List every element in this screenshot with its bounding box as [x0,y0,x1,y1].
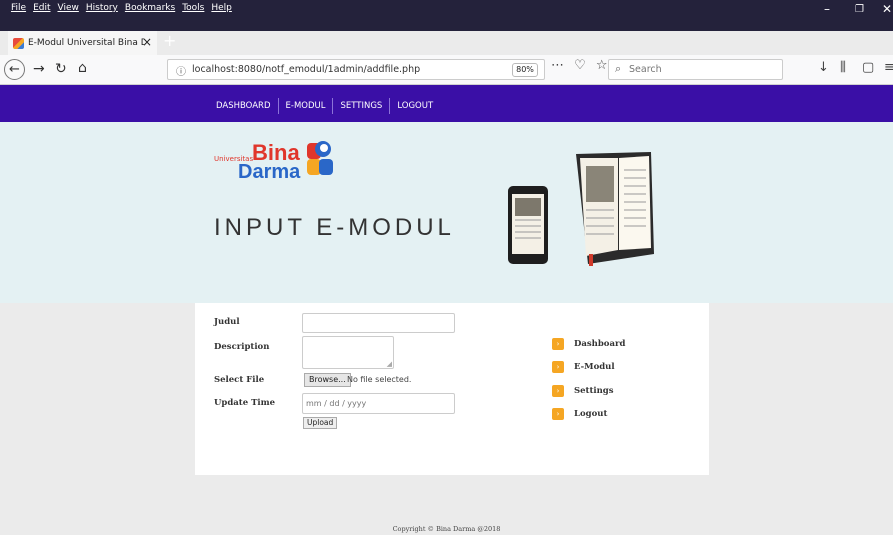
chevron-right-icon: › [552,385,564,397]
menu-help[interactable]: Help [211,3,232,13]
sidebar-item-emodul[interactable]: › E-Modul [552,361,615,373]
date-field[interactable] [302,393,455,414]
restore-icon[interactable]: ❐ [855,4,864,15]
reload-icon[interactable]: ↻ [55,61,67,77]
page-actions-icon[interactable]: ⋯ ♡ ☆ [551,58,611,73]
nav-settings[interactable]: SETTINGS [340,101,382,111]
home-icon[interactable]: ⌂ [78,60,87,76]
search-input[interactable] [629,62,769,77]
page-title: INPUT E-MODUL [214,214,455,241]
upload-button[interactable]: Upload [303,417,338,429]
date-input[interactable] [303,394,454,413]
description-label: Description [214,342,270,352]
new-tab-icon[interactable]: + [163,31,176,50]
sidebar-item-settings[interactable]: › Settings [552,385,614,397]
back-icon[interactable]: ← [4,59,25,80]
footer-copyright: Copyright © Bina Darma @2018 [392,525,501,533]
update-time-label: Update Time [214,398,276,408]
search-bar[interactable]: ⌕ [608,59,783,80]
info-icon[interactable]: ⓘ [176,63,186,78]
browser-menubar: File Edit View History Bookmarks Tools H… [0,0,893,31]
sidebar-item-logout[interactable]: › Logout [552,408,607,420]
resize-handle-icon[interactable]: ◢ [387,360,392,368]
menu-tools[interactable]: Tools [182,3,204,13]
menu-items: File Edit View History Bookmarks Tools H… [11,3,232,13]
url-bar[interactable]: ⓘ localhost:8080/notf_emodul/1admin/addf… [167,59,545,80]
nav-divider [277,98,279,114]
select-file-label: Select File [214,375,265,385]
nav-divider [389,98,391,114]
nav-dashboard[interactable]: DASHBOARD [216,101,271,111]
sidebar-item-label: Settings [574,386,614,396]
search-icon: ⌕ [615,62,622,75]
minimize-icon[interactable]: – [824,2,830,16]
close-window-icon[interactable]: ✕ [882,2,892,16]
sidebar-item-dashboard[interactable]: › Dashboard [552,338,625,350]
sidebar-item-label: Logout [574,409,608,419]
description-textarea[interactable]: ◢ [302,336,394,369]
logo-darma: Darma [238,161,301,183]
menu-view[interactable]: View [58,3,79,13]
sidebar-icon[interactable]: ▢ [862,60,874,75]
menu-edit[interactable]: Edit [33,3,50,13]
sidebar-item-label: Dashboard [574,339,626,349]
library-icon[interactable]: ⫼ [840,60,846,75]
zoom-level[interactable]: 80% [512,63,538,77]
nav-divider [332,98,334,114]
judul-label: Judul [214,317,240,327]
chevron-right-icon: › [552,338,564,350]
nav-logout[interactable]: LOGOUT [397,101,433,111]
forward-icon[interactable]: → [33,61,45,77]
download-icon[interactable]: ↓ [818,60,829,75]
no-file-text: No file selected. [347,375,412,384]
judul-input[interactable] [303,314,454,332]
favicon-icon [13,37,24,49]
nav-emodul[interactable]: E-MODUL [286,101,326,111]
site-nav: DASHBOARD E-MODUL SETTINGS LOGOUT [0,85,893,122]
menu-icon[interactable]: ≡ [884,60,893,75]
menu-file[interactable]: File [11,3,26,13]
ebook-illustration [508,152,654,266]
chevron-right-icon: › [552,408,564,420]
chevron-right-icon: › [552,361,564,373]
judul-field[interactable] [302,313,455,333]
close-tab-icon[interactable]: × [142,35,152,49]
menu-bookmarks[interactable]: Bookmarks [125,3,175,13]
hero-banner [0,122,893,303]
menu-history[interactable]: History [86,3,118,13]
url-text[interactable]: localhost:8080/notf_emodul/1admin/addfil… [192,64,420,75]
logo-mark-icon [307,141,333,175]
browse-button[interactable]: Browse... [304,373,351,387]
sidebar-item-label: E-Modul [574,362,615,372]
tab-title: E-Modul Universital Bina Darm [28,38,144,48]
browser-tab[interactable]: E-Modul Universital Bina Darm × [8,31,157,55]
